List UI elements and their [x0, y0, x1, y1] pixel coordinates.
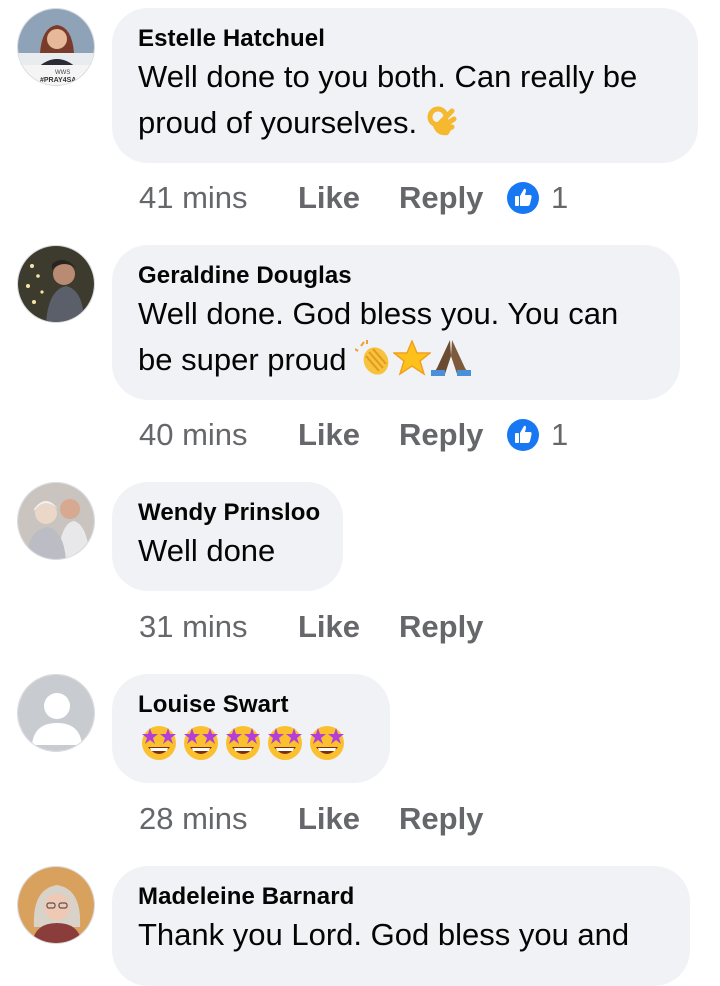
like-button[interactable]: Like [298, 417, 399, 453]
comment-text-line: Well done [138, 533, 276, 568]
reaction-count: 1 [551, 417, 569, 452]
comment-bubble: Wendy Prinsloo Well done [112, 482, 343, 591]
comment-bubble: Geraldine Douglas Well done. God bless y… [112, 245, 680, 400]
reaction-count: 1 [551, 180, 569, 215]
comment-meta: 28 mins Like Reply [139, 799, 507, 839]
star-struck-emoji [138, 722, 180, 775]
thumbs-up-icon [507, 182, 539, 214]
comment-author[interactable]: Wendy Prinsloo [138, 498, 320, 528]
comment-timestamp[interactable]: 40 mins [139, 417, 298, 453]
reaction-summary[interactable]: 1 [507, 417, 568, 453]
reply-button[interactable]: Reply [399, 801, 507, 837]
reaction-summary[interactable]: 1 [507, 180, 568, 216]
comment-bubble: Estelle Hatchuel Well done to you both. … [112, 8, 698, 163]
svg-text:#PRAY4SA: #PRAY4SA [40, 77, 76, 84]
comment-bubble: Louise Swart [112, 674, 390, 783]
star-struck-emoji [306, 722, 348, 775]
like-button[interactable]: Like [298, 609, 399, 645]
comment-bubble: Madeleine Barnard Thank you Lord. God bl… [112, 866, 690, 986]
comment-emoji-line [138, 722, 364, 775]
star-struck-emoji [180, 722, 222, 775]
like-button[interactable]: Like [298, 801, 399, 837]
avatar[interactable] [17, 245, 95, 323]
avatar[interactable]: WWS #PRAY4SA [17, 8, 95, 86]
comment-text-line-2: be super proud [138, 337, 654, 389]
comment-text-line: Well done to you both. Can really be [138, 59, 638, 94]
avatar-placeholder[interactable] [17, 674, 95, 752]
like-button[interactable]: Like [298, 180, 399, 216]
reply-button[interactable]: Reply [399, 180, 507, 216]
comment-timestamp[interactable]: 31 mins [139, 609, 298, 645]
thumbs-up-icon [507, 419, 539, 451]
comment-text-line-2: proud of yourselves. [138, 100, 672, 152]
comment-text-line: Well done. God bless you. You can [138, 296, 619, 331]
comment-meta: 41 mins Like Reply 1 [139, 178, 568, 218]
comment-author[interactable]: Louise Swart [138, 690, 364, 720]
reply-button[interactable]: Reply [399, 417, 507, 453]
avatar[interactable] [17, 482, 95, 560]
comment-meta: 40 mins Like Reply 1 [139, 415, 568, 455]
clapping-hands-emoji [354, 340, 393, 389]
comment-author[interactable]: Geraldine Douglas [138, 261, 654, 291]
avatar[interactable] [17, 866, 95, 944]
folded-hands-emoji [431, 338, 472, 389]
ok-hand-emoji [426, 105, 458, 152]
svg-text:WWS: WWS [55, 70, 70, 76]
comment-text-line: Thank you Lord. God bless you and [138, 917, 630, 952]
comment-meta: 31 mins Like Reply [139, 607, 507, 647]
reply-button[interactable]: Reply [399, 609, 507, 645]
star-struck-emoji [264, 722, 306, 775]
comment-author[interactable]: Estelle Hatchuel [138, 24, 672, 54]
comment-author[interactable]: Madeleine Barnard [138, 882, 664, 912]
star-emoji [392, 339, 433, 389]
comment-timestamp[interactable]: 28 mins [139, 801, 298, 837]
comment-timestamp[interactable]: 41 mins [139, 180, 298, 216]
star-struck-emoji [222, 722, 264, 775]
